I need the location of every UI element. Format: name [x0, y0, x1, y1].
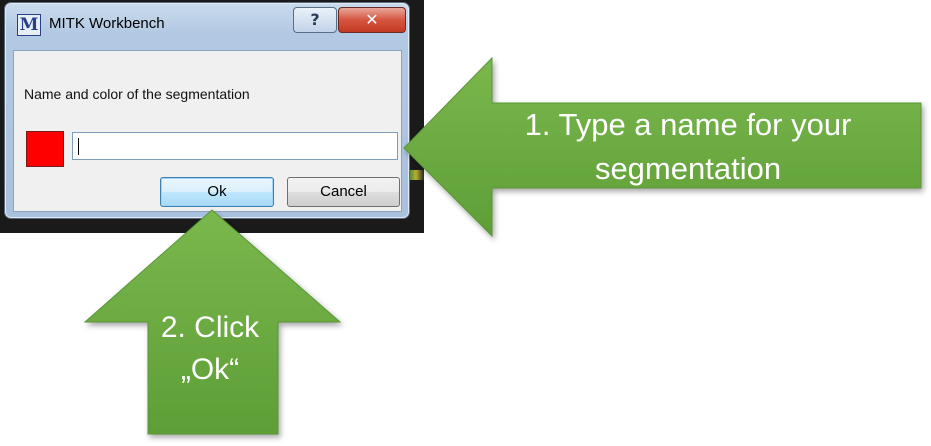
step2-line2: „Ok“ — [180, 353, 240, 386]
step2-line1: 2. Click — [160, 311, 260, 344]
step1-callout: 1. Type a name for your segmentation — [488, 103, 888, 191]
step2-callout: 2. Click „Ok“ — [140, 307, 280, 391]
step1-line2: segmentation — [594, 151, 782, 186]
step1-line1: 1. Type a name for your — [524, 107, 852, 142]
